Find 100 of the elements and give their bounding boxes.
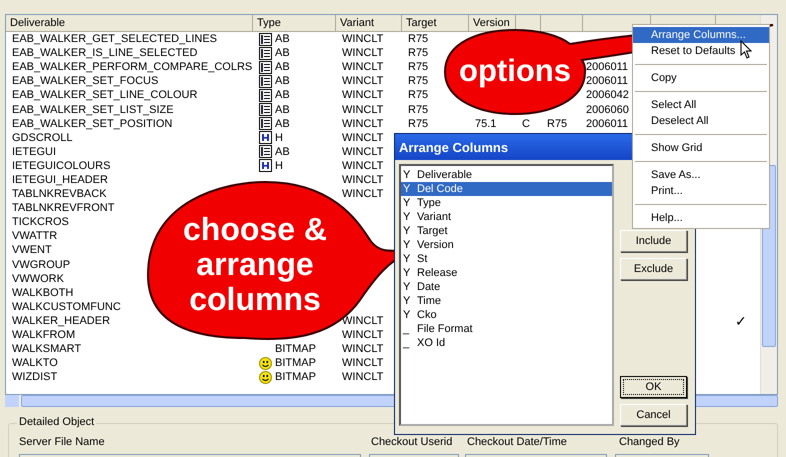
table-cell: WALKCUSTOMFUNC	[12, 300, 121, 314]
column-header[interactable]: Type	[257, 17, 281, 29]
table-cell: AB	[275, 46, 290, 60]
menu-item[interactable]: Save As...	[633, 167, 769, 183]
field-label: Changed By	[619, 436, 680, 448]
menu-item[interactable]: Reset to Defaults	[633, 43, 769, 59]
table-cell: WINCLT	[342, 144, 384, 159]
table-cell: WINCLT	[342, 158, 384, 173]
menu-item[interactable]: Select All	[633, 97, 769, 113]
table-cell: TABLNKREVFRONT	[12, 201, 114, 216]
menu-item[interactable]: Help...	[633, 210, 769, 226]
table-cell: 75.1	[475, 116, 496, 131]
table-cell: R75	[408, 74, 428, 88]
list-item[interactable]: Y Version	[401, 238, 612, 252]
smiley-icon	[259, 370, 272, 384]
list-item[interactable]: Y Cko	[401, 308, 612, 322]
table-cell: BITMAP	[275, 356, 316, 370]
table-cell: GDSCROLL	[12, 130, 73, 145]
table-cell: IETEGUI_HEADER	[12, 172, 108, 187]
table-cell: WINCLT	[342, 328, 384, 342]
list-item[interactable]: Y St	[401, 252, 612, 266]
menu-item[interactable]: Print...	[633, 183, 769, 199]
table-cell: WINCLT	[342, 32, 384, 46]
table-cell: 2006042	[586, 88, 629, 102]
table-cell: H	[275, 158, 283, 173]
table-cell: WINCLT	[342, 314, 384, 328]
table-cell: WINCLT	[342, 88, 384, 102]
list-item[interactable]: Y Date	[401, 280, 612, 294]
table-cell: WINCLT	[342, 356, 384, 370]
table-cell: AB	[275, 88, 290, 102]
dialog-button[interactable]: Include	[620, 230, 687, 252]
document-icon	[259, 46, 272, 60]
group-title: Detailed Object	[17, 416, 96, 428]
table-cell: WINCLT	[342, 46, 384, 60]
table-cell: EAB_WALKER_SET_FOCUS	[12, 74, 158, 88]
field-label: Server File Name	[19, 436, 105, 448]
table-cell: WALKTO	[12, 356, 58, 370]
table-cell: VWWORK	[12, 272, 64, 286]
list-item[interactable]: Y Variant	[401, 210, 612, 224]
list-item[interactable]: Y Release	[401, 266, 612, 280]
document-icon	[259, 60, 272, 74]
table-cell: EAB_WALKER_SET_POSITION	[12, 116, 172, 131]
column-list[interactable]: Y Deliverable Y Del Code Y Type Y Variant Y Target Y Version Y St Y Release Y Date Y Time Y Cko _ File Format _ XO Id	[399, 164, 614, 426]
document-icon	[259, 117, 272, 130]
list-item[interactable]: Y Target	[401, 224, 612, 238]
column-header[interactable]: Deliverable	[10, 17, 66, 29]
document-icon	[259, 32, 272, 46]
table-cell: R75	[408, 32, 428, 46]
dialog-button[interactable]: Exclude	[620, 258, 687, 280]
table-cell: WINCLT	[342, 116, 384, 131]
table-cell: WINCLT	[342, 342, 384, 356]
document-icon	[259, 103, 272, 116]
table-cell: VWGROUP	[12, 258, 70, 272]
list-item[interactable]: Y Time	[401, 294, 612, 308]
table-cell: EAB_WALKER_IS_LINE_SELECTED	[12, 46, 198, 60]
table-cell: WINCLT	[342, 60, 384, 74]
table-cell: VWENT	[12, 243, 52, 258]
table-cell: BITMAP	[275, 342, 316, 356]
callout-text: options	[458, 55, 572, 86]
table-cell: IETEGUI	[12, 144, 56, 159]
table-cell: R75	[408, 46, 428, 60]
menu-item[interactable]: Deselect All	[633, 113, 769, 129]
list-item[interactable]: Y Deliverable	[401, 168, 612, 182]
list-item[interactable]: _ File Format	[401, 322, 612, 336]
document-icon	[259, 145, 272, 158]
table-cell: 2006011	[586, 74, 628, 88]
table-cell: WINCLT	[342, 102, 384, 117]
table-cell: H	[275, 130, 283, 145]
column-header[interactable]: Target	[406, 17, 437, 29]
window-title: Arrange Columns	[399, 140, 508, 154]
table-cell: EAB_WALKER_SET_LIST_SIZE	[12, 102, 174, 117]
checkmark-icon: ✓	[735, 314, 747, 328]
table-cell: AB	[275, 32, 290, 46]
ok-button[interactable]: OK	[620, 376, 687, 398]
table-cell: AB	[275, 144, 290, 159]
callout-text: choose & arrange columns	[182, 212, 328, 318]
table-cell: EAB_WALKER_SET_LINE_COLOUR	[12, 88, 198, 102]
list-item[interactable]: Y Del Code	[401, 182, 612, 196]
cancel-button[interactable]: Cancel	[620, 404, 687, 426]
menu-item[interactable]: Show Grid	[633, 140, 769, 156]
column-header[interactable]: Version	[473, 17, 510, 29]
table-cell: R75	[408, 102, 428, 117]
table-cell: WALKER_HEADER	[12, 314, 110, 328]
table-cell: 2006060	[586, 102, 629, 117]
table-cell: TICKCROS	[12, 215, 69, 230]
table-cell: AB	[275, 74, 290, 88]
table-cell: C	[522, 116, 530, 131]
table-cell: IETEGUICOLOURS	[12, 158, 110, 173]
table-cell: 2006011	[586, 60, 628, 74]
table-cell: AB	[275, 102, 290, 117]
table-cell: WIZDIST	[12, 370, 58, 384]
table-cell: R75	[408, 116, 428, 131]
table-cell: WALKBOTH	[12, 286, 74, 300]
table-cell: VWATTR	[12, 229, 58, 244]
menu-item[interactable]: Copy	[633, 70, 769, 86]
list-item[interactable]: _ XO Id	[401, 336, 612, 350]
list-item[interactable]: Y Type	[401, 196, 612, 210]
table-cell: WINCLT	[342, 172, 384, 187]
column-header[interactable]: Variant	[340, 17, 374, 29]
menu-item[interactable]: Arrange Columns...	[633, 27, 769, 43]
